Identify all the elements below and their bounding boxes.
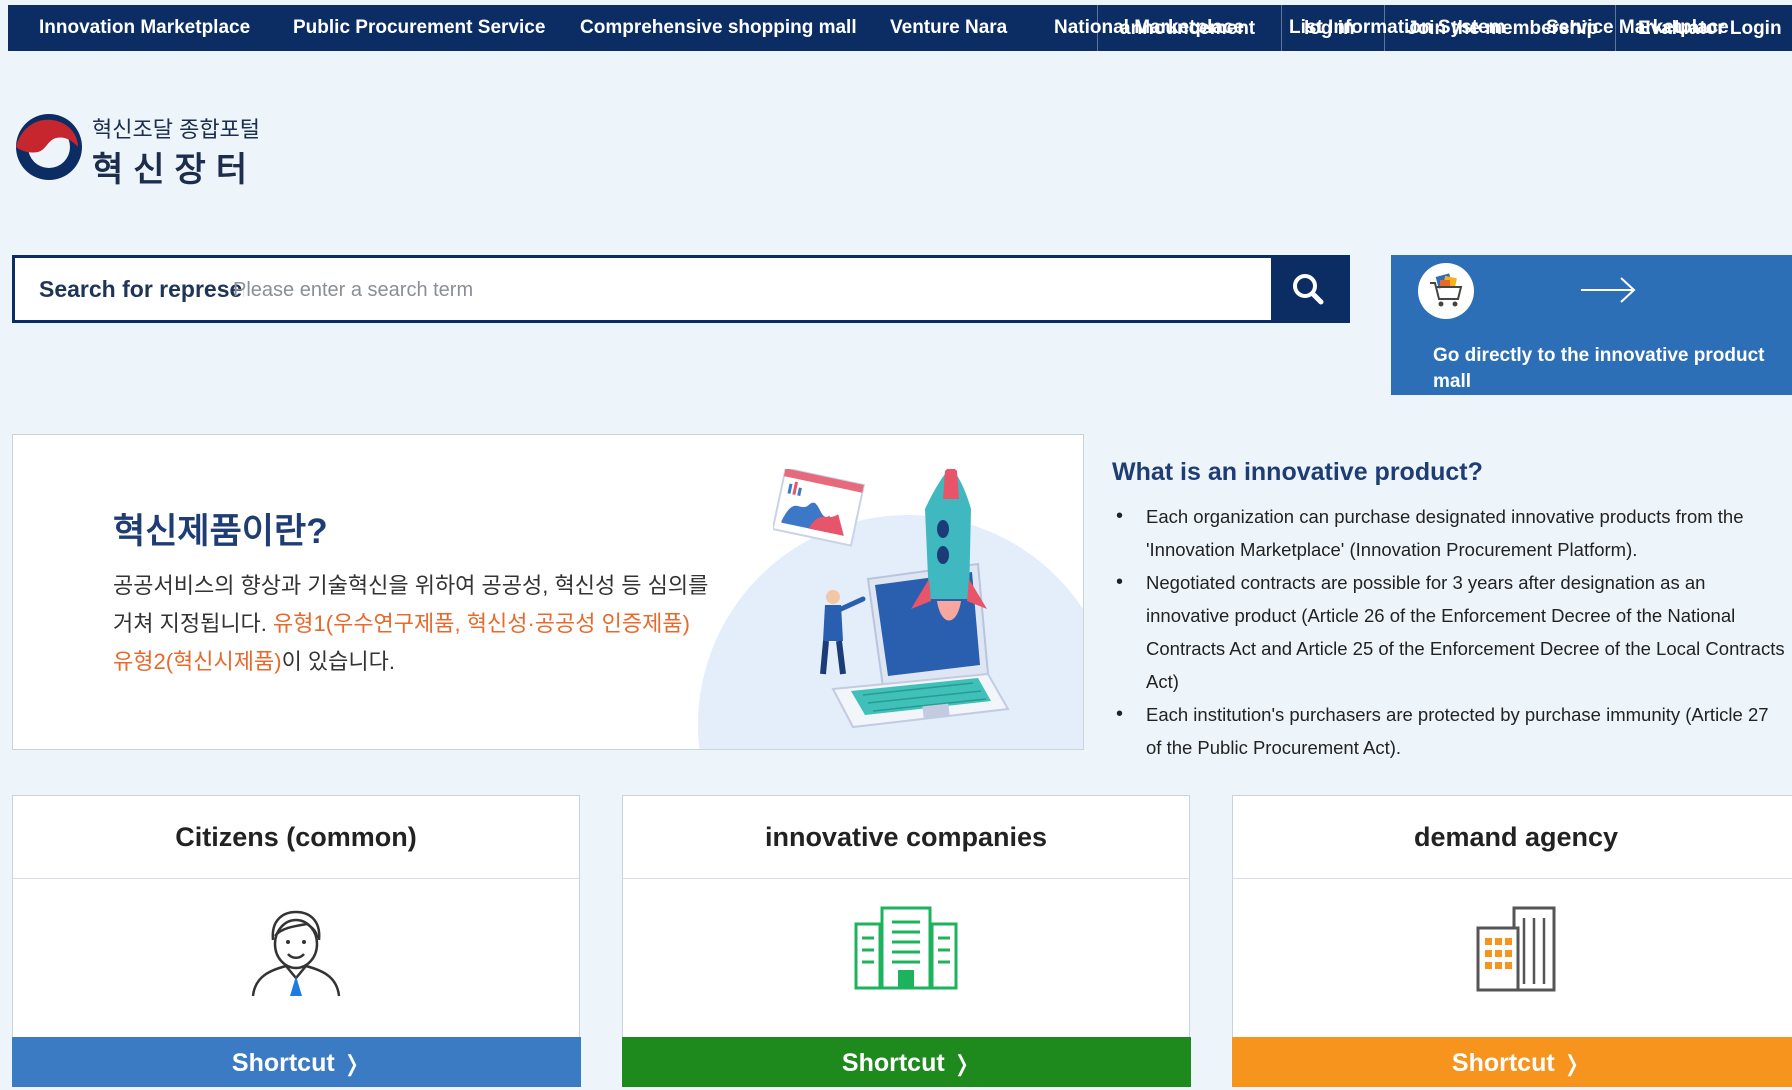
taegeuk-logo-icon bbox=[16, 114, 82, 180]
info-bullet: Negotiated contracts are possible for 3 … bbox=[1112, 566, 1787, 698]
card-citizens: Citizens (common) Shortcut ❭ bbox=[12, 795, 581, 1087]
site-logo[interactable]: 혁신조달 종합포털 혁신장터 bbox=[12, 108, 272, 189]
banner-title: 혁신제품이란? bbox=[113, 512, 328, 551]
info-bullet-list: Each organization can purchase designate… bbox=[1112, 500, 1787, 764]
card-demand-agency: demand agency Shortcut ❭ bbox=[1232, 795, 1792, 1087]
logo-subtitle: 혁신조달 종합포털 bbox=[92, 117, 261, 142]
top-navigation-bar: Innovation Marketplace Public Procuremen… bbox=[8, 5, 1792, 51]
mall-shortcut-text: Go directly to the innovative product ma… bbox=[1433, 345, 1765, 392]
nav-comprehensive-shopping-mall[interactable]: Comprehensive shopping mall bbox=[580, 5, 857, 51]
logo-title: 혁신장터 bbox=[92, 151, 258, 189]
banner-desc-end: 이 있습니다. bbox=[281, 649, 396, 674]
info-bullet: Each institution's purchasers are protec… bbox=[1112, 698, 1787, 764]
chevron-right-icon: ❭ bbox=[952, 1051, 972, 1076]
info-title: What is an innovative product? bbox=[1112, 458, 1483, 486]
arrow-right-icon bbox=[1581, 277, 1636, 303]
card-title: innovative companies bbox=[623, 796, 1189, 879]
chevron-right-icon: ❭ bbox=[1562, 1051, 1582, 1076]
search-button[interactable] bbox=[1271, 258, 1347, 320]
nav-public-procurement-service[interactable]: Public Procurement Service bbox=[293, 5, 545, 51]
shortcut-button-label: Shortcut bbox=[841, 1049, 945, 1077]
search-category-label[interactable]: Search for representative product bbox=[39, 258, 244, 320]
nav-innovation-marketplace[interactable]: Innovation Marketplace bbox=[39, 5, 250, 51]
nav-venture-nara[interactable]: Venture Nara bbox=[890, 5, 1007, 51]
shopping-cart-icon bbox=[1418, 263, 1474, 319]
innovative-product-banner: 혁신제품이란? 공공서비스의 향상과 기술혁신을 위하여 공공성, 혁신성 등 … bbox=[12, 434, 1084, 750]
card-title: Citizens (common) bbox=[13, 796, 579, 879]
rocket-laptop-illustration-icon bbox=[773, 469, 1010, 729]
agency-shortcut-button[interactable]: Shortcut ❭ bbox=[1232, 1037, 1792, 1087]
person-icon bbox=[251, 910, 341, 997]
search-icon bbox=[1293, 274, 1324, 305]
banner-description: 공공서비스의 향상과 기술혁신을 위하여 공공성, 혁신성 등 심의를 거쳐 지… bbox=[113, 567, 713, 681]
info-bullet: Each organization can purchase designate… bbox=[1112, 500, 1787, 566]
card-innovative-companies: innovative companies Shortcut ❭ bbox=[622, 795, 1191, 1087]
shortcut-button-label: Shortcut bbox=[1451, 1049, 1555, 1077]
util-login-link[interactable]: log in bbox=[1281, 5, 1355, 51]
citizens-shortcut-button[interactable]: Shortcut ❭ bbox=[12, 1037, 581, 1087]
card-title: demand agency bbox=[1233, 796, 1792, 879]
shortcut-button-label: Shortcut bbox=[231, 1049, 335, 1077]
companies-shortcut-button[interactable]: Shortcut ❭ bbox=[622, 1037, 1191, 1087]
search-bar: Search for representative product bbox=[12, 255, 1350, 323]
util-evaluator-login-link[interactable]: Evaluator Login bbox=[1615, 5, 1782, 51]
agency-building-icon bbox=[1476, 906, 1556, 992]
util-announcement-link[interactable]: announcement bbox=[1097, 5, 1255, 51]
innovative-mall-shortcut[interactable]: Go directly to the innovative product ma… bbox=[1391, 255, 1792, 395]
search-input[interactable] bbox=[231, 266, 1275, 314]
util-join-membership-link[interactable]: Join the membership bbox=[1384, 5, 1598, 51]
chevron-right-icon: ❭ bbox=[342, 1051, 362, 1076]
company-building-icon bbox=[854, 906, 958, 990]
